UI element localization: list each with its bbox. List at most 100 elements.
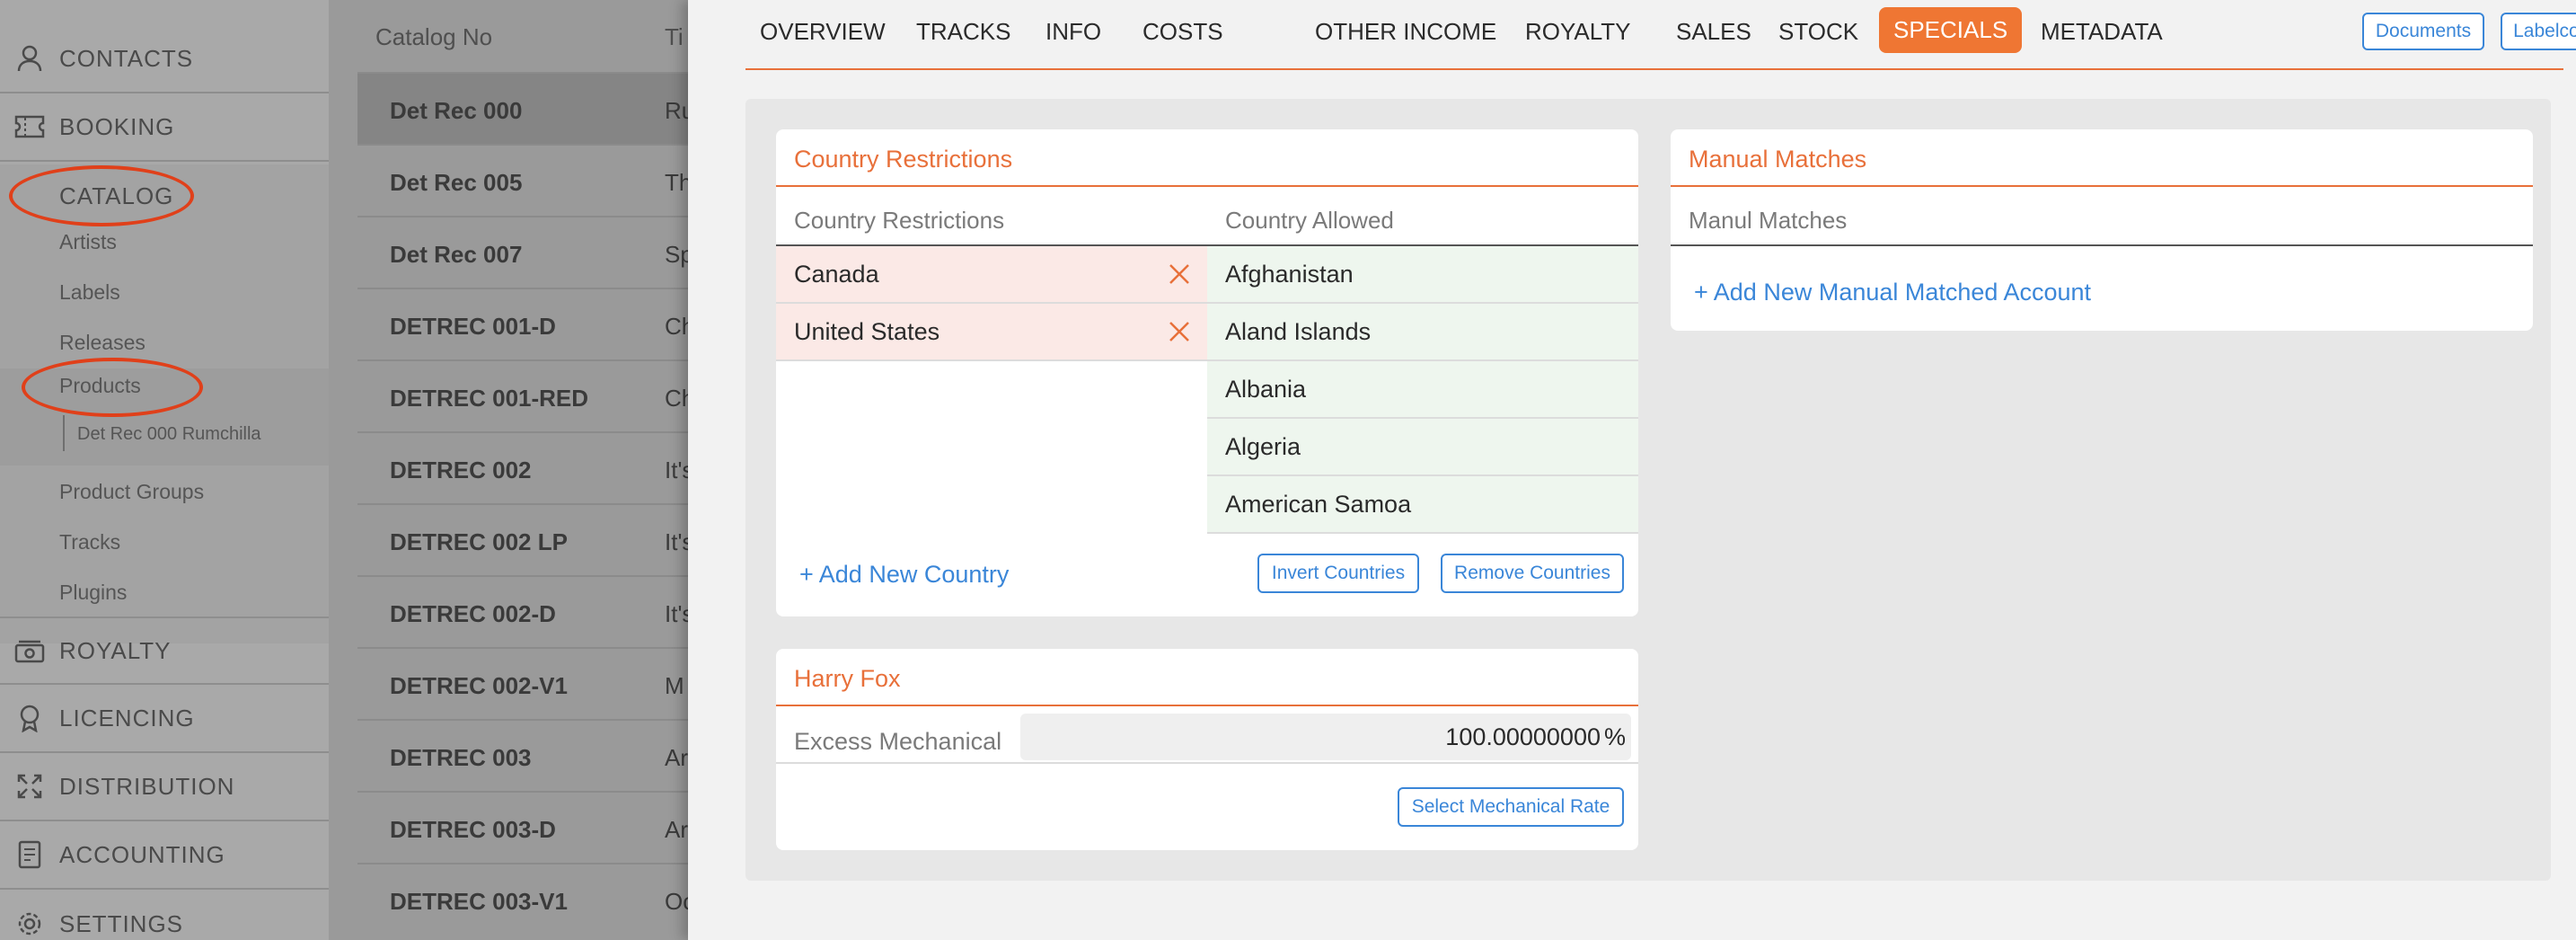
- catalog-row-title: Th: [665, 169, 688, 196]
- catalog-row[interactable]: DETREC 002-D It's: [357, 575, 688, 647]
- catalog-row-number: Det Rec 007: [390, 241, 523, 268]
- catalog-row-title: Oc: [665, 888, 688, 915]
- select-mechanical-rate-button[interactable]: Select Mechanical Rate: [1398, 787, 1624, 827]
- person-icon: [0, 45, 59, 72]
- restricted-country-row[interactable]: Canada: [776, 246, 1207, 304]
- expand-icon: [0, 773, 59, 800]
- card-title-rule: [1671, 185, 2533, 187]
- documents-button[interactable]: Documents: [2362, 13, 2484, 50]
- ticket-icon: [0, 115, 59, 138]
- nav-artists[interactable]: Artists: [59, 230, 117, 254]
- tree-line: [63, 415, 65, 451]
- restricted-country-name: United States: [794, 317, 940, 345]
- allowed-country-row[interactable]: Aland Islands: [1207, 304, 1638, 361]
- percent-unit: %: [1603, 723, 1626, 750]
- tab-royalty[interactable]: ROYALTY: [1525, 18, 1631, 46]
- tab-overview[interactable]: OVERVIEW: [760, 18, 886, 46]
- allowed-country-row[interactable]: Algeria: [1207, 419, 1638, 476]
- catalog-list: Catalog No Ti Det Rec 000 Ru Det Rec 005 Th…: [329, 0, 688, 940]
- nav-royalty[interactable]: ROYALTY: [0, 616, 329, 685]
- column-header-catalog-no[interactable]: Catalog No: [375, 23, 492, 51]
- nav-licencing[interactable]: LICENCING: [0, 685, 329, 753]
- catalog-row-number: DETREC 002: [390, 457, 532, 483]
- tab-costs[interactable]: COSTS: [1142, 18, 1223, 46]
- manual-matches-title: Manual Matches: [1689, 146, 1867, 173]
- remove-countries-button[interactable]: Remove Countries: [1441, 554, 1624, 593]
- nav-tracks[interactable]: Tracks: [59, 530, 120, 554]
- nav-accounting[interactable]: ACCOUNTING: [0, 821, 329, 890]
- nav-booking-label: BOOKING: [59, 112, 175, 140]
- allowed-country-name: Afghanistan: [1225, 260, 1354, 288]
- catalog-row-number: DETREC 003: [390, 744, 532, 771]
- catalog-row-title: It's: [665, 457, 688, 483]
- country-restrictions-card: Country Restrictions Country Restriction…: [776, 129, 1638, 616]
- annotation-circle-catalog: [9, 165, 194, 226]
- catalog-row-title: It's: [665, 600, 688, 627]
- catalog-row[interactable]: Det Rec 007 Sp: [357, 216, 688, 288]
- catalog-row[interactable]: DETREC 002 LP It's: [357, 503, 688, 575]
- catalog-row-number: DETREC 001-D: [390, 313, 556, 340]
- specials-content: Country Restrictions Country Restriction…: [745, 99, 2551, 881]
- excess-mechanical-label: Excess Mechanical: [794, 728, 1002, 755]
- document-icon: [0, 840, 59, 869]
- allowed-country-row[interactable]: American Samoa: [1207, 476, 1638, 534]
- nav-booking[interactable]: BOOKING: [0, 93, 329, 162]
- catalog-row-title: Ru: [665, 97, 688, 124]
- cash-icon: [0, 638, 59, 663]
- tab-info[interactable]: INFO: [1045, 18, 1101, 46]
- tab-stock[interactable]: STOCK: [1778, 18, 1858, 46]
- restricted-country-row[interactable]: United States: [776, 304, 1207, 361]
- nav-settings[interactable]: SETTINGS: [0, 890, 329, 940]
- nav-distribution-label: DISTRIBUTION: [59, 772, 235, 800]
- excess-mechanical-field[interactable]: 100.00000000 %: [1020, 714, 1631, 760]
- add-manual-matched-account-link[interactable]: + Add New Manual Matched Account: [1694, 279, 2091, 306]
- tab-other-income[interactable]: OTHER INCOME: [1315, 18, 1496, 46]
- catalog-row[interactable]: DETREC 003 Ar: [357, 719, 688, 791]
- card-title-rule: [776, 185, 1638, 187]
- column-header-title[interactable]: Ti: [665, 23, 684, 51]
- close-icon[interactable]: [1168, 262, 1191, 286]
- nav-product-item[interactable]: Det Rec 000 Rumchilla: [77, 424, 261, 445]
- labelcopy-button[interactable]: Labelcopy: [2501, 13, 2576, 50]
- allowed-country-row[interactable]: Afghanistan: [1207, 246, 1638, 304]
- catalog-row-title: Ar: [665, 744, 688, 771]
- tab-specials[interactable]: SPECIALS: [1879, 7, 2023, 53]
- nav-distribution[interactable]: DISTRIBUTION: [0, 753, 329, 821]
- invert-countries-button[interactable]: Invert Countries: [1257, 554, 1419, 593]
- nav-contacts[interactable]: CONTACTS: [0, 25, 329, 93]
- catalog-row[interactable]: Det Rec 005 Th: [357, 144, 688, 216]
- nav-product-groups[interactable]: Product Groups: [59, 480, 204, 504]
- column-header-restrictions: Country Restrictions: [794, 207, 1005, 234]
- nav-labels[interactable]: Labels: [59, 280, 120, 305]
- catalog-row[interactable]: DETREC 002-V1 M: [357, 647, 688, 719]
- sidebar: CONTACTS BOOKING CATALOG Artists Labels …: [0, 0, 329, 940]
- catalog-row[interactable]: DETREC 002 It's: [357, 431, 688, 503]
- catalog-row-number: Det Rec 000: [390, 97, 523, 124]
- catalog-list-header: Catalog No Ti: [329, 0, 688, 72]
- catalog-row-title: It's: [665, 528, 688, 555]
- catalog-row[interactable]: Det Rec 000 Ru: [357, 72, 688, 144]
- tab-metadata[interactable]: METADATA: [2041, 18, 2163, 46]
- catalog-row[interactable]: DETREC 001-D Ch: [357, 288, 688, 359]
- tab-sales[interactable]: SALES: [1676, 18, 1751, 46]
- product-detail-panel: OVERVIEW TRACKS INFO COSTS OTHER INCOME …: [688, 0, 2576, 940]
- gear-icon: [0, 910, 59, 937]
- column-header-allowed: Country Allowed: [1225, 207, 1394, 234]
- allowed-country-name: American Samoa: [1225, 490, 1412, 518]
- close-icon[interactable]: [1168, 320, 1191, 343]
- nav-releases[interactable]: Releases: [59, 331, 146, 355]
- catalog-row[interactable]: DETREC 003-V1 Oc: [357, 863, 688, 935]
- allowed-country-name: Albania: [1225, 375, 1307, 403]
- catalog-row-title: M: [665, 672, 684, 699]
- catalog-row-title: Ch: [665, 385, 688, 412]
- add-new-country-link[interactable]: + Add New Country: [799, 561, 1009, 589]
- harry-fox-title: Harry Fox: [794, 665, 901, 692]
- restricted-country-name: Canada: [794, 260, 879, 288]
- manual-matches-card: Manual Matches Manul Matches + Add New M…: [1671, 129, 2533, 331]
- allowed-country-row[interactable]: Albania: [1207, 361, 1638, 419]
- catalog-row[interactable]: DETREC 001-RED Ch: [357, 359, 688, 431]
- card-title-rule: [776, 705, 1638, 706]
- catalog-row[interactable]: DETREC 003-D Ar: [357, 791, 688, 863]
- tab-tracks[interactable]: TRACKS: [916, 18, 1010, 46]
- nav-plugins[interactable]: Plugins: [59, 581, 127, 605]
